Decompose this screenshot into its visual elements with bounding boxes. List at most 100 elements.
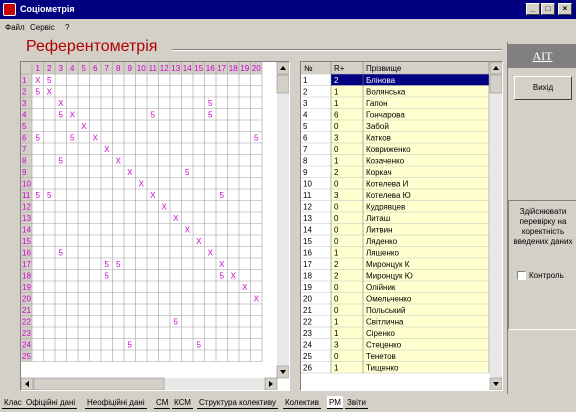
list-row[interactable] xyxy=(331,338,489,351)
student-list[interactable]: № R+ Прізвище1 2 Блінова2 1 Волянська3 1 Гапон4 6… xyxy=(301,62,502,390)
matrix-cell-value: 5 xyxy=(116,260,121,269)
validation-group: Здійснювати перевірку на коректність вве… xyxy=(508,200,576,330)
matrix-row-header: 13 xyxy=(22,214,31,223)
close-button[interactable]: × xyxy=(558,3,572,15)
list-row-number: 6 xyxy=(303,134,308,143)
matrix-col-header: 17 xyxy=(217,64,226,73)
tab-reports[interactable]: Звіти xyxy=(345,396,368,409)
tab-group-structure[interactable]: Структура колективу xyxy=(197,396,278,409)
matrix-col-header: 2 xyxy=(47,64,52,73)
matrix-cell-value: 5 xyxy=(220,272,225,281)
matrix-col-header: 19 xyxy=(240,64,249,73)
minimize-button[interactable]: _ xyxy=(526,3,540,15)
list-row[interactable] xyxy=(331,315,489,328)
list-row[interactable] xyxy=(331,304,489,316)
list-row-rplus: 2 xyxy=(334,272,339,281)
list-row[interactable] xyxy=(331,327,489,339)
right-panel: AIT Вихід Здійснювати перевірку на корек… xyxy=(507,42,576,394)
matrix-cell-value: 5 xyxy=(197,341,202,350)
tab-collective[interactable]: Колектив xyxy=(283,396,322,409)
matrix-col-header: 6 xyxy=(93,64,98,73)
list-row-rplus: 0 xyxy=(334,226,339,235)
matrix-vscroll-thumb[interactable] xyxy=(276,74,289,94)
matrix-col-header: 5 xyxy=(82,64,87,73)
list-row[interactable] xyxy=(331,74,489,86)
validate-button[interactable]: Здійснювати перевірку на коректність вве… xyxy=(511,207,575,263)
list-row-rplus: 0 xyxy=(334,306,339,315)
list-row[interactable] xyxy=(331,361,489,374)
list-row[interactable] xyxy=(331,154,489,167)
list-row[interactable] xyxy=(331,223,489,236)
matrix-cell-self: X xyxy=(173,214,179,223)
menu-help[interactable]: ? xyxy=(65,23,69,32)
list-row-number: 1 xyxy=(303,76,308,85)
list-row-number: 9 xyxy=(303,168,308,177)
list-row[interactable] xyxy=(331,108,489,121)
list-row[interactable] xyxy=(331,120,489,132)
list-header-surname: Прізвище xyxy=(366,64,402,73)
control-label: Контроль xyxy=(529,271,564,280)
tab-official-data[interactable]: Офіційні дані xyxy=(24,396,78,409)
list-row[interactable] xyxy=(331,235,489,247)
list-row[interactable] xyxy=(331,212,489,224)
list-row[interactable] xyxy=(331,166,489,178)
list-row[interactable] xyxy=(331,131,489,144)
list-row[interactable] xyxy=(331,246,489,259)
list-row-surname: Польський xyxy=(366,306,405,315)
list-row-surname: Козаченко xyxy=(366,157,405,166)
control-checkbox[interactable] xyxy=(517,271,526,280)
matrix-row-header: 15 xyxy=(22,237,31,246)
list-row-surname: Миронцук Ю xyxy=(366,272,413,281)
list-row-surname: Котелева Ю xyxy=(366,191,411,200)
matrix-col-header: 11 xyxy=(149,64,158,73)
list-row-rplus: 1 xyxy=(334,329,339,338)
list-row[interactable] xyxy=(331,350,489,362)
tab-sm[interactable]: СМ xyxy=(154,396,171,409)
tab-class[interactable]: Клас xyxy=(2,396,24,409)
matrix-row-header: 11 xyxy=(22,191,31,200)
list-row-surname: Ковриженко xyxy=(366,145,411,154)
referent-matrix[interactable]: 1 2 3 4 5 6 7 8 9 10 11 12 13 14 15 16 17 18 19 20123456789… xyxy=(21,62,289,390)
list-vscroll-thumb[interactable] xyxy=(489,74,502,94)
list-vscroll-track[interactable] xyxy=(490,62,502,390)
ait-logo: AIT xyxy=(508,44,576,68)
list-row-surname: Гапон xyxy=(366,99,388,108)
list-row[interactable] xyxy=(331,258,489,270)
tab-unofficial-data[interactable]: Неофіційні дані xyxy=(85,396,147,409)
matrix-col-header: 15 xyxy=(194,64,203,73)
list-row[interactable] xyxy=(331,177,489,190)
maximize-button[interactable]: □ xyxy=(541,3,555,15)
list-row-surname: Кудрявцев xyxy=(366,203,405,212)
exit-button[interactable]: Вихід xyxy=(514,76,572,100)
matrix-cell-self: X xyxy=(242,283,248,292)
title-bar: Соціометрія _ □ × xyxy=(0,0,576,19)
list-header-number: № xyxy=(304,64,313,73)
list-row[interactable] xyxy=(331,97,489,109)
list-row[interactable] xyxy=(331,200,489,213)
matrix-cell-self: X xyxy=(219,260,225,269)
matrix-vscroll-track[interactable] xyxy=(277,62,289,378)
matrix-hscroll-thumb[interactable] xyxy=(33,377,165,390)
matrix-row-header: 22 xyxy=(22,318,31,327)
list-row-number: 10 xyxy=(303,180,312,189)
list-row-surname: Гончарова xyxy=(366,111,405,120)
list-row-rplus: 1 xyxy=(334,88,339,97)
list-row-surname: Забой xyxy=(366,122,389,131)
menu-service[interactable]: Сервіс xyxy=(30,23,55,32)
matrix-cell-self: X xyxy=(81,122,87,131)
list-row[interactable] xyxy=(331,281,489,293)
list-row[interactable] xyxy=(331,85,489,98)
list-row-surname: Коркач xyxy=(366,168,392,177)
matrix-cell-self: X xyxy=(208,249,214,258)
matrix-cell-value: 5 xyxy=(105,260,110,269)
tab-ksm[interactable]: КСМ xyxy=(172,396,193,409)
matrix-col-header: 20 xyxy=(252,64,261,73)
list-row-number: 18 xyxy=(303,272,312,281)
list-row-rplus: 0 xyxy=(334,237,339,246)
tab-rm[interactable]: РМ xyxy=(327,396,343,409)
matrix-col-header: 8 xyxy=(116,64,121,73)
matrix-row-header: 9 xyxy=(22,168,27,177)
title-divider xyxy=(172,49,502,51)
menu-file[interactable]: Файл xyxy=(5,23,25,32)
matrix-row-header: 23 xyxy=(22,329,31,338)
